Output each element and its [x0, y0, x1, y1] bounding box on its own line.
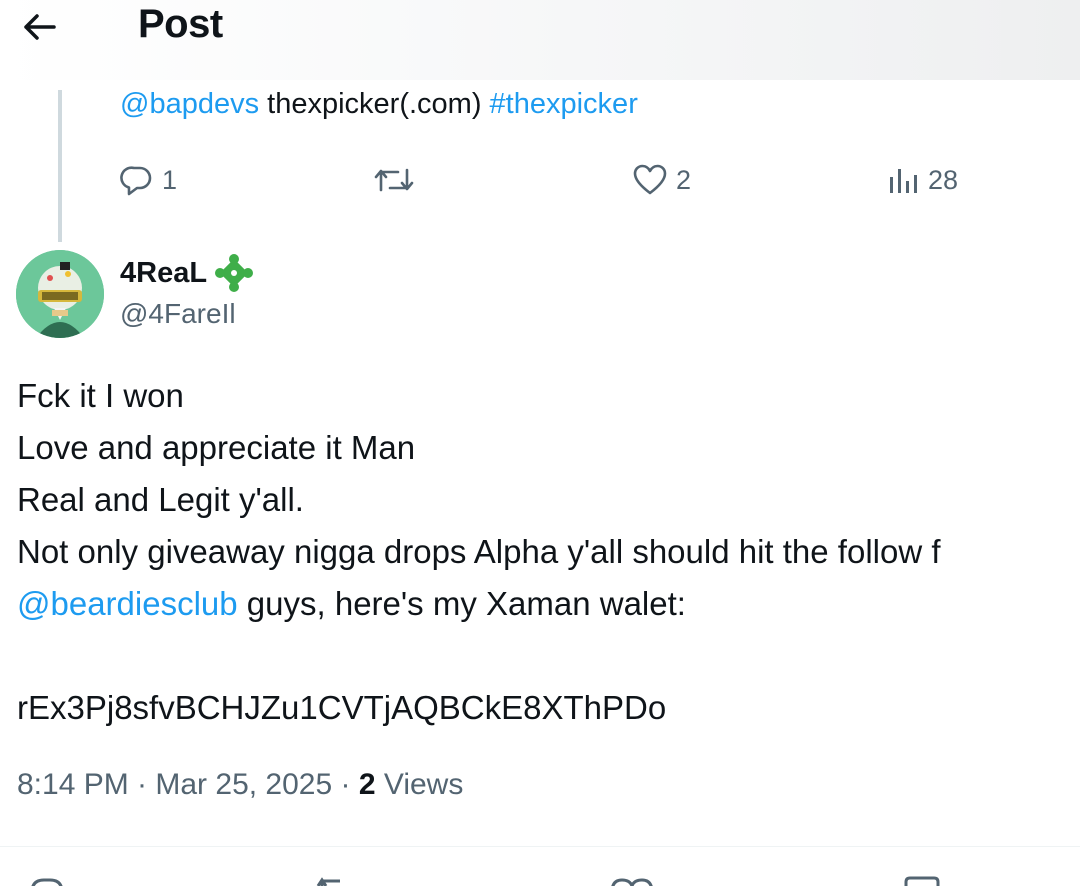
wallet-address: rEx3Pj8sfvBCHJZu1CVTjAQBCkE8XThPDo [17, 689, 667, 726]
bookmark-icon [904, 876, 940, 886]
top-bar: Post [0, 0, 1080, 80]
like-button[interactable]: 2 [632, 160, 691, 200]
avatar[interactable] [16, 250, 104, 338]
mention-link-beardiesclub[interactable]: @beardiesclub [17, 585, 238, 622]
page-title: Post [138, 2, 223, 46]
heart-icon [611, 878, 653, 886]
post-views-label: Views [375, 768, 464, 801]
author-name: 4ReaL [120, 256, 208, 289]
author-handle[interactable]: @4FareIl [120, 298, 236, 330]
post-actions-clipped [31, 876, 940, 886]
post-line-3: Real and Legit y'all. [17, 481, 304, 518]
reply-button[interactable]: 1 [120, 160, 177, 200]
post-line-5: @beardiesclub guys, here's my Xaman wale… [17, 578, 1080, 630]
post-line-4: Not only giveaway nigga drops Alpha y'al… [17, 533, 941, 570]
arrow-left-icon [24, 14, 56, 40]
post-views-count: 2 [358, 768, 376, 801]
post-text: Fck it I won Love and appreciate it Man … [17, 370, 1080, 734]
reply-icon [31, 878, 63, 886]
thread-connector [58, 90, 62, 242]
puzzle-piece-icon [215, 254, 254, 292]
heart-icon [633, 164, 667, 195]
post-page: Post @bapdevs thexpicker(.com) #thexpick… [0, 0, 1080, 886]
repost-button[interactable] [372, 160, 424, 200]
analytics-icon [890, 169, 917, 193]
post-meta: 8:14 PM · Mar 25, 2025 · 2 Views [17, 768, 463, 802]
divider [0, 846, 1080, 847]
repost-icon [374, 168, 414, 192]
post-line-1: Fck it I won [17, 377, 184, 414]
hashtag-link-thexpicker[interactable]: #thexpicker [490, 88, 638, 120]
reply-icon [120, 166, 152, 196]
back-button[interactable] [16, 4, 62, 50]
previous-post-body: thexpicker(.com) [259, 88, 490, 120]
reply-count: 1 [162, 164, 178, 195]
post-line-2: Love and appreciate it Man [17, 429, 416, 466]
views-count: 28 [928, 164, 959, 195]
repost-icon [316, 877, 340, 886]
author-name-row[interactable]: 4ReaL [120, 254, 254, 292]
like-count: 2 [676, 164, 692, 195]
post-timestamp[interactable]: 8:14 PM · Mar 25, 2025 · [17, 768, 359, 801]
views-button[interactable]: 28 [886, 160, 958, 200]
previous-post-text: @bapdevs thexpicker(.com) #thexpicker [120, 88, 638, 121]
post-line-5-text: guys, here's my Xaman walet: [237, 585, 686, 622]
avatar-image [16, 250, 104, 338]
mention-link-bapdevs[interactable]: @bapdevs [120, 88, 259, 120]
